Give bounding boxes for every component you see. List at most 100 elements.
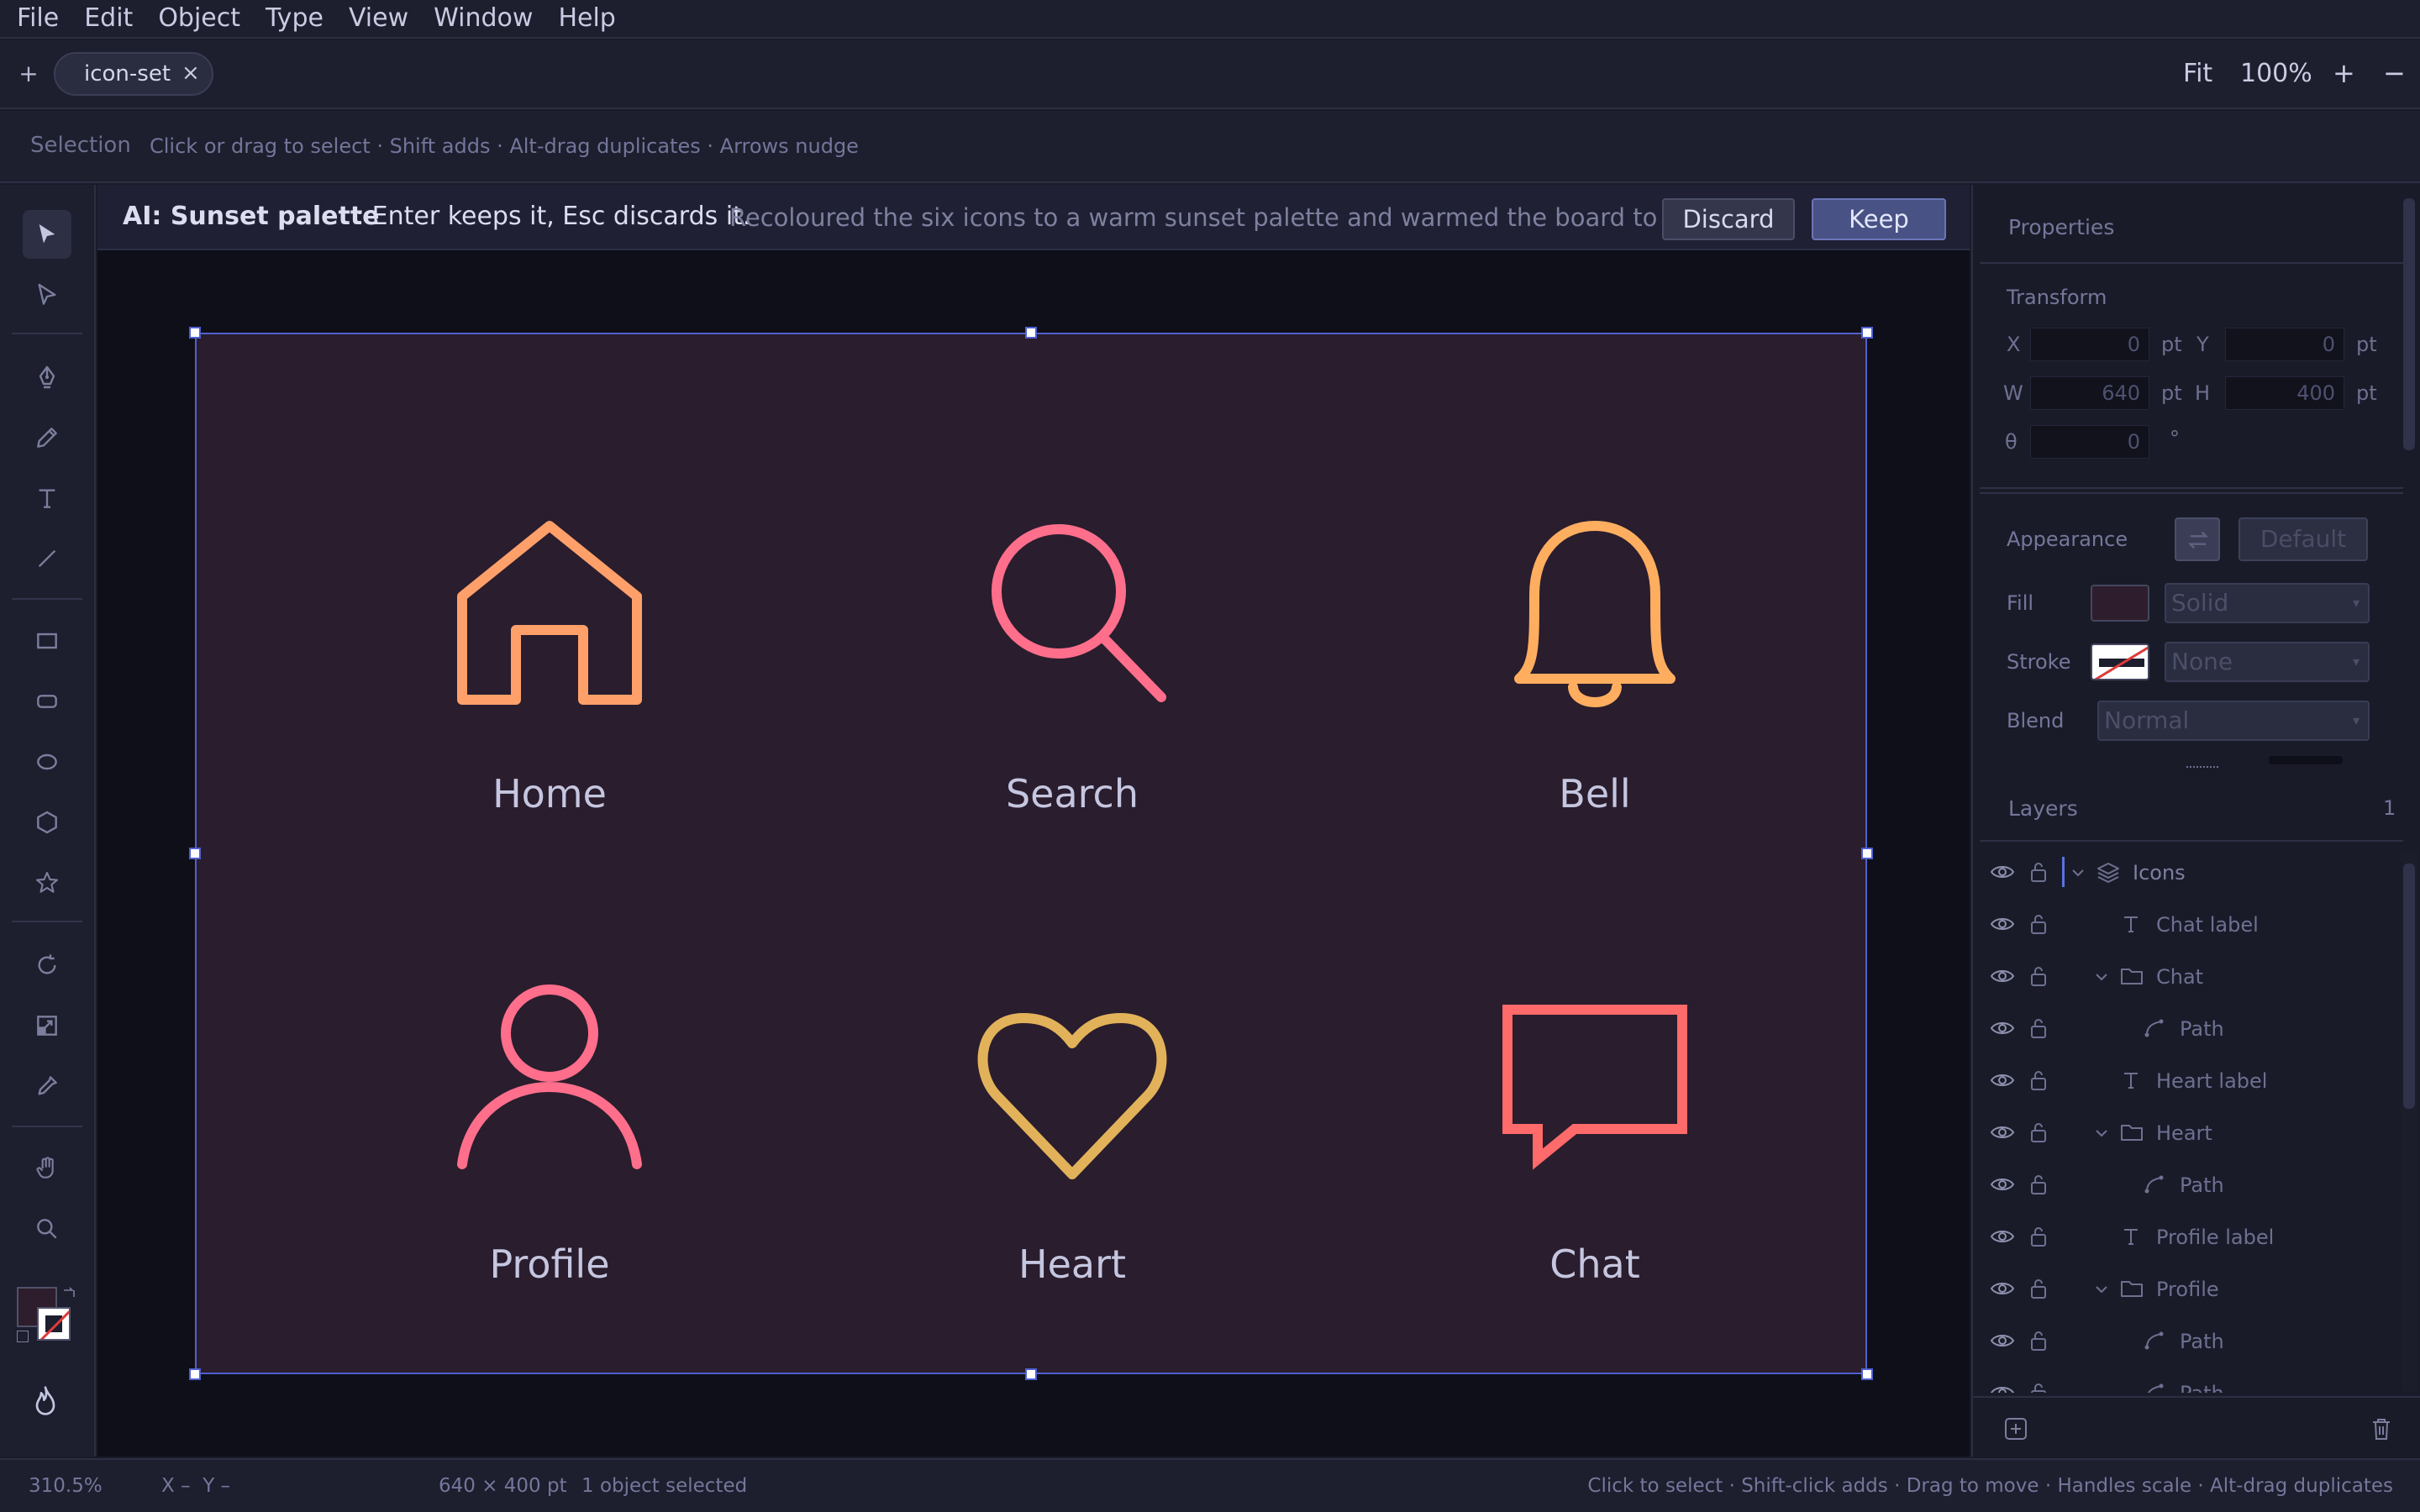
menu-edit[interactable]: Edit [71,0,145,38]
fill-mode-select[interactable]: Solid ▾ [2165,583,2370,623]
tab-close-button[interactable]: × [182,60,200,86]
width-field[interactable]: 640 [2030,376,2149,410]
resize-handle-top[interactable] [1025,327,1037,339]
stroke-color-swatch[interactable] [37,1307,71,1341]
layer-row-heart-label[interactable]: Heart label [1973,1055,2398,1107]
eye-icon[interactable] [1990,1070,2015,1090]
properties-h-scrollbar[interactable] [2269,756,2343,764]
polygon-tool[interactable] [23,798,71,847]
theme-toggle[interactable] [29,1384,62,1421]
eye-icon[interactable] [1990,1278,2015,1299]
eye-icon[interactable] [1990,862,2015,882]
unlock-icon[interactable] [2028,1016,2049,1040]
layer-row-heart-path[interactable]: Path [1973,1159,2398,1211]
menu-file[interactable]: File [0,0,71,38]
icon-chat[interactable]: Chat [1486,981,1704,1300]
zoom-out-button[interactable]: − [2383,57,2406,89]
zoom-fit-button[interactable]: Fit [2183,59,2212,88]
default-appearance-button[interactable]: Default [2238,517,2368,561]
swap-colors-icon[interactable] [60,1285,77,1302]
y-field[interactable]: 0 [2225,328,2344,361]
layer-row-profile-path[interactable]: Path [1973,1315,2398,1368]
layer-row-heart-group[interactable]: Heart [1973,1107,2398,1159]
layer-row-chat-group[interactable]: Chat [1973,951,2398,1003]
unlock-icon[interactable] [2028,1068,2049,1092]
eye-icon[interactable] [1990,1174,2015,1194]
layer-row-chat-label[interactable]: Chat label [1973,899,2398,951]
x-field[interactable]: 0 [2030,328,2149,361]
properties-scrollbar[interactable] [2403,198,2415,450]
menu-view[interactable]: View [336,0,421,38]
selection-tool[interactable] [23,210,71,259]
resize-handle-bottom-right[interactable] [1861,1368,1873,1380]
resize-handle-right[interactable] [1861,848,1873,859]
chevron-down-icon[interactable] [2069,864,2087,882]
menu-type[interactable]: Type [253,0,336,38]
resize-handle-top-left[interactable] [189,327,201,339]
tab-icon-set[interactable]: icon-set × [54,52,213,96]
layers-scrollbar-thumb[interactable] [2403,864,2415,1109]
chevron-down-icon[interactable] [2092,1280,2111,1299]
default-colors-icon[interactable] [17,1331,29,1342]
layer-row-profile-path-2[interactable]: Path [1973,1368,2398,1393]
pen-tool[interactable] [23,353,71,402]
eye-icon[interactable] [1990,1018,2015,1038]
artboard[interactable]: Home Search Bell Profile Heart Chat [195,333,1867,1374]
zoom-in-button[interactable]: + [2333,57,2355,89]
eye-icon[interactable] [1990,1331,2015,1351]
type-tool[interactable] [23,474,71,522]
unlock-icon[interactable] [2028,1173,2049,1196]
menu-help[interactable]: Help [545,0,628,38]
rounded-rectangle-tool[interactable] [23,677,71,726]
panel-resize-grip[interactable] [2186,766,2218,771]
trash-icon[interactable] [2370,1416,2393,1441]
menu-object[interactable]: Object [145,0,253,38]
chevron-down-icon[interactable] [2092,1124,2111,1142]
resize-handle-bottom[interactable] [1025,1368,1037,1380]
unlock-icon[interactable] [2028,1381,2049,1393]
rotation-field[interactable]: 0 [2030,425,2149,459]
layer-row-chat-path[interactable]: Path [1973,1003,2398,1055]
pencil-tool[interactable] [23,413,71,462]
blend-mode-select[interactable]: Normal ▾ [2097,701,2370,741]
zoom-level[interactable]: 100% [2240,59,2312,88]
icon-heart[interactable]: Heart [963,981,1181,1300]
zoom-tool[interactable] [23,1205,71,1253]
direct-selection-tool[interactable] [23,270,71,319]
swap-fill-stroke-button[interactable] [2175,517,2220,561]
add-layer-icon[interactable] [2003,1416,2028,1441]
chevron-down-icon[interactable] [2092,968,2111,986]
icon-search[interactable]: Search [963,511,1181,830]
icon-home[interactable]: Home [440,511,659,830]
unlock-icon[interactable] [2028,1225,2049,1248]
unlock-icon[interactable] [2028,912,2049,936]
stroke-swatch[interactable] [2091,643,2149,680]
eyedropper-tool[interactable] [23,1062,71,1110]
keep-button[interactable]: Keep [1812,198,1946,240]
height-field[interactable]: 400 [2225,376,2344,410]
unlock-icon[interactable] [2028,1329,2049,1352]
icon-bell[interactable]: Bell [1486,511,1704,830]
rotate-tool[interactable] [23,941,71,990]
new-tab-button[interactable]: + [17,62,40,86]
eye-icon[interactable] [1990,1383,2015,1393]
layer-row-profile-label[interactable]: Profile label [1973,1211,2398,1263]
resize-handle-bottom-left[interactable] [189,1368,201,1380]
eye-icon[interactable] [1990,1226,2015,1247]
star-tool[interactable] [23,858,71,907]
resize-handle-left[interactable] [189,848,201,859]
resize-handle-top-right[interactable] [1861,327,1873,339]
ellipse-tool[interactable] [23,738,71,786]
unlock-icon[interactable] [2028,1121,2049,1144]
canvas-area[interactable]: AI: Sunset palette : Enter keeps it, Esc… [97,185,1970,1457]
scale-tool[interactable] [23,1001,71,1050]
eye-icon[interactable] [1990,1122,2015,1142]
eye-icon[interactable] [1990,966,2015,986]
unlock-icon[interactable] [2028,964,2049,988]
unlock-icon[interactable] [2028,1277,2049,1300]
hand-tool[interactable] [23,1144,71,1193]
stroke-mode-select[interactable]: None ▾ [2165,642,2370,682]
unlock-icon[interactable] [2028,860,2049,884]
eye-icon[interactable] [1990,914,2015,934]
fill-swatch[interactable] [2091,585,2149,622]
